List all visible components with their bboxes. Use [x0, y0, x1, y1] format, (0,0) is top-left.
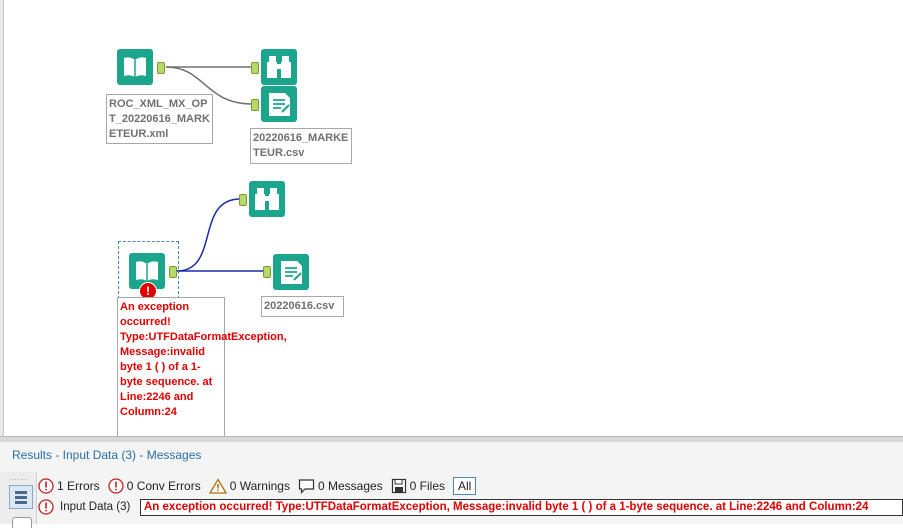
errors-count: 1 Errors: [57, 479, 100, 493]
side-tab[interactable]: [12, 517, 32, 528]
messages-filter[interactable]: 0 Messages: [298, 478, 383, 494]
browse-tool-1[interactable]: [260, 48, 298, 86]
errors-filter[interactable]: 1 Errors: [38, 478, 100, 494]
files-count: 0 Files: [409, 479, 446, 493]
message-row[interactable]: Input Data (3) An exception occurred! Ty…: [38, 499, 903, 517]
input-anchor[interactable]: [263, 266, 271, 278]
binoculars-icon: [261, 49, 297, 85]
message-text[interactable]: An exception occurred! Type:UTFDataForma…: [140, 499, 903, 516]
output-anchor[interactable]: [169, 266, 177, 278]
book-icon: [117, 49, 153, 85]
files-filter[interactable]: 0 Files: [391, 478, 445, 494]
warnings-count: 0 Warnings: [229, 479, 290, 493]
input-anchor[interactable]: [251, 99, 259, 111]
conv-errors-count: 0 Conv Errors: [126, 479, 201, 493]
list-view-button[interactable]: [9, 485, 33, 509]
output2-annotation: 20220616.csv: [261, 296, 344, 317]
output-data-tool-2[interactable]: [272, 253, 310, 291]
input-anchor[interactable]: [251, 62, 259, 74]
message-error-icon: [38, 499, 54, 515]
messages-count: 0 Messages: [317, 479, 383, 493]
error-circle-icon: [38, 478, 54, 494]
binoculars-icon: [249, 181, 285, 217]
message-filter-bar: 1 Errors 0 Conv Errors 0 Warnings 0 Mess…: [38, 476, 477, 496]
results-panel: Results - Input Data (3) - Messages ····…: [0, 442, 903, 528]
all-filter-button[interactable]: All: [453, 477, 477, 495]
output-file-icon: [273, 254, 309, 290]
input2-error-annotation: An exception occurred! Type:UTFDataForma…: [117, 297, 287, 436]
warnings-filter[interactable]: 0 Warnings: [208, 478, 290, 494]
conv-error-circle-icon: [108, 478, 124, 494]
output1-annotation: 20220616_MARKETEUR.csv: [250, 128, 352, 164]
grip-handle-icon[interactable]: ·····: [10, 475, 28, 484]
browse-tool-2[interactable]: [248, 180, 286, 218]
wire-input2-browse2: [176, 198, 241, 272]
results-title: Results - Input Data (3) - Messages: [12, 448, 202, 462]
conv-errors-filter[interactable]: 0 Conv Errors: [108, 478, 201, 494]
input-data-tool-1[interactable]: [116, 48, 154, 86]
output-anchor[interactable]: [157, 62, 165, 74]
workflow-canvas[interactable]: ROC_XML_MX_OPT_20220616_MARKETEUR.xml 20…: [0, 0, 903, 436]
input-anchor[interactable]: [239, 194, 247, 206]
output-data-tool-1[interactable]: [260, 85, 298, 123]
message-bubble-icon: [298, 479, 315, 494]
output-file-icon: [261, 86, 297, 122]
input1-annotation: ROC_XML_MX_OPT_20220616_MARKETEUR.xml: [106, 94, 213, 144]
save-disk-icon: [391, 478, 406, 494]
message-source: Input Data (3): [60, 501, 131, 513]
warning-triangle-icon: [208, 478, 227, 494]
